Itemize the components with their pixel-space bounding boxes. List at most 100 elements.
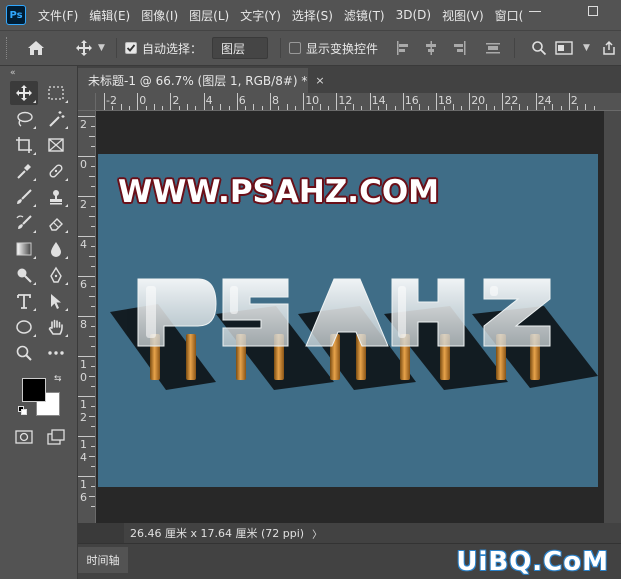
- ellipse-tool[interactable]: [10, 315, 38, 339]
- menu-layer[interactable]: 图层(L): [189, 7, 229, 24]
- chevron-down-icon[interactable]: ▼: [98, 43, 108, 53]
- healing-brush-tool[interactable]: [42, 159, 70, 183]
- frame-tool[interactable]: [42, 133, 70, 157]
- document-canvas[interactable]: WWW.PSAHZ.COM: [98, 154, 598, 487]
- align-right-icon[interactable]: [450, 39, 468, 57]
- ruler-tick: [270, 93, 271, 110]
- maximize-button[interactable]: [571, 2, 615, 20]
- tool-row: [0, 106, 77, 132]
- history-brush-icon: [16, 215, 32, 229]
- tool-row: [0, 314, 77, 340]
- show-transform-checkbox[interactable]: [289, 42, 302, 54]
- stamp-icon: [50, 190, 62, 205]
- vertical-ruler[interactable]: 2 0 2 4 6 8 10 12 14 16: [78, 111, 96, 523]
- search-icon[interactable]: [531, 40, 547, 56]
- menu-image[interactable]: 图像(I): [141, 7, 178, 24]
- ruler-tick: [91, 266, 95, 267]
- brush-tool[interactable]: [10, 185, 38, 209]
- ellipse-icon: [16, 320, 32, 334]
- foreground-color-swatch[interactable]: [22, 378, 46, 402]
- align-center-icon[interactable]: [422, 39, 440, 57]
- ruler-v-label: 6: [80, 278, 87, 291]
- menu-type[interactable]: 文字(Y): [240, 7, 281, 24]
- path-selection-tool[interactable]: [42, 289, 70, 313]
- timeline-tab[interactable]: 时间轴: [78, 547, 128, 573]
- ruler-tick: [91, 326, 95, 327]
- gradient-icon: [16, 242, 32, 256]
- ruler-v-label: 12: [80, 398, 87, 424]
- close-icon[interactable]: ×: [315, 74, 324, 87]
- options-right-group: ▼: [506, 31, 621, 65]
- lasso-tool[interactable]: [10, 107, 38, 131]
- ruler-tick: [91, 446, 95, 447]
- gradient-tool[interactable]: [10, 237, 38, 261]
- crop-tool[interactable]: [10, 133, 38, 157]
- clone-stamp-tool[interactable]: [42, 185, 70, 209]
- chevron-down-icon[interactable]: ▼: [583, 43, 593, 53]
- tools-collapse-button[interactable]: «: [0, 66, 77, 80]
- vertical-scrollbar[interactable]: [604, 111, 621, 523]
- marquee-tool[interactable]: [42, 81, 70, 105]
- history-brush-tool[interactable]: [10, 211, 38, 235]
- ruler-tick: [91, 426, 95, 427]
- default-colors-icon[interactable]: [18, 406, 27, 415]
- eraser-tool[interactable]: [42, 211, 70, 235]
- ruler-v-label: 16: [80, 478, 87, 504]
- ruler-tick: [78, 316, 95, 317]
- horizontal-ruler[interactable]: -2 0 2 4 6 8 10 12 14 16 18 20 22 24 2: [96, 93, 621, 111]
- auto-select-target-dropdown[interactable]: 图层: [212, 37, 269, 59]
- photoshop-logo[interactable]: Ps: [6, 5, 26, 25]
- menu-edit[interactable]: 编辑(E): [89, 7, 130, 24]
- move-tool-preset[interactable]: [72, 36, 96, 60]
- workspace-icon[interactable]: [555, 41, 573, 55]
- quick-mask-button[interactable]: [10, 425, 38, 449]
- move-tool[interactable]: [10, 81, 38, 105]
- hand-tool[interactable]: [42, 315, 70, 339]
- menu-filter[interactable]: 滤镜(T): [344, 7, 385, 24]
- menu-3d[interactable]: 3D(D): [396, 8, 431, 22]
- more-tools[interactable]: [42, 341, 70, 365]
- dodge-tool[interactable]: [10, 263, 38, 287]
- ruler-tick: [444, 106, 446, 110]
- type-icon: [17, 294, 31, 309]
- tool-row: [0, 424, 77, 450]
- ruler-tick: [261, 106, 263, 110]
- ruler-tick: [236, 93, 238, 110]
- ruler-tick: [170, 93, 172, 110]
- pen-tool[interactable]: [42, 263, 70, 287]
- ruler-tick: [386, 104, 388, 110]
- ruler-tick: [78, 236, 95, 237]
- minimize-button[interactable]: [509, 2, 561, 20]
- type-tool[interactable]: [10, 289, 38, 313]
- align-left-icon[interactable]: [394, 39, 412, 57]
- options-grip[interactable]: [6, 37, 10, 59]
- ruler-origin[interactable]: [78, 93, 96, 111]
- zoom-field[interactable]: [78, 523, 124, 543]
- ruler-tick: [311, 106, 313, 110]
- ruler-tick: [153, 104, 155, 110]
- pen-icon: [50, 266, 62, 283]
- zoom-tool[interactable]: [10, 341, 38, 365]
- document-tab[interactable]: 未标题-1 @ 66.7% (图层 1, RGB/8#) * ×: [78, 68, 325, 93]
- ruler-tick: [91, 206, 95, 207]
- blur-tool[interactable]: [42, 237, 70, 261]
- status-menu-arrow[interactable]: 〉: [312, 526, 322, 541]
- menu-view[interactable]: 视图(V): [442, 7, 484, 24]
- ruler-tick: [411, 106, 413, 110]
- auto-select-checkbox[interactable]: [125, 42, 137, 54]
- ruler-tick: [577, 106, 579, 110]
- menu-select[interactable]: 选择(S): [292, 7, 333, 24]
- ruler-tick: [89, 496, 95, 497]
- menu-file[interactable]: 文件(F): [38, 7, 78, 24]
- magic-wand-tool[interactable]: [42, 107, 70, 131]
- screen-mode-button[interactable]: [42, 425, 70, 449]
- ruler-tick: [91, 506, 95, 507]
- distribute-icon[interactable]: [484, 39, 502, 57]
- share-icon[interactable]: [601, 40, 617, 56]
- home-button[interactable]: [22, 36, 50, 60]
- ruler-tick: [294, 106, 296, 110]
- ruler-tick: [78, 196, 95, 197]
- eyedropper-tool[interactable]: [10, 159, 38, 183]
- swap-colors-icon[interactable]: ⇆: [54, 374, 62, 384]
- ruler-v-label: 2: [80, 118, 87, 131]
